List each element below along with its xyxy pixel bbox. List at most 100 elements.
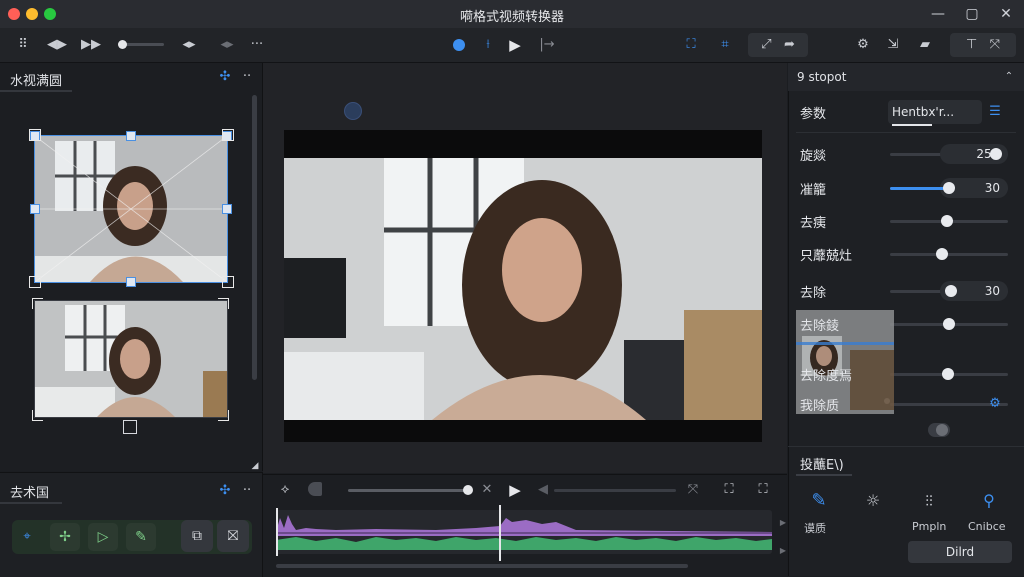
- thumbnail-image-2: [35, 301, 227, 417]
- property-label: 去痍: [800, 216, 827, 231]
- split-icon[interactable]: ⟊: [477, 34, 499, 56]
- property-slider-knob[interactable]: [936, 248, 948, 260]
- expand-icon[interactable]: ⤢ ➦: [748, 33, 808, 57]
- property-slider-track[interactable]: [890, 253, 1008, 256]
- export-icon[interactable]: ⇲: [882, 34, 904, 56]
- close-icon[interactable]: ✕: [996, 4, 1016, 24]
- right-divider-1: [796, 132, 1016, 133]
- pin-tool-button[interactable]: ✢: [50, 523, 80, 551]
- magic-select-icon[interactable]: ✣: [214, 66, 236, 88]
- bottom-magic-icon[interactable]: ✣: [214, 480, 236, 502]
- param-field-underline: [892, 124, 932, 126]
- cut-icon[interactable]: ✕: [476, 479, 498, 501]
- outer-corner-tl[interactable]: [29, 129, 41, 141]
- crop-frame-icon[interactable]: ⛶: [680, 34, 702, 56]
- sun-icon[interactable]: ☼: [862, 490, 884, 512]
- property-gear-icon[interactable]: ⚙: [984, 393, 1006, 415]
- param-list-icon[interactable]: ☰: [984, 101, 1006, 123]
- collapse-icon[interactable]: ⌃: [998, 66, 1020, 88]
- crop-handle-bm[interactable]: [126, 277, 136, 287]
- align-icon[interactable]: ⊤ ⤧: [950, 33, 1016, 57]
- playhead[interactable]: [499, 505, 501, 561]
- zoom-out-icon[interactable]: ⤧: [682, 479, 704, 501]
- rewind-icon[interactable]: ◀: [532, 479, 554, 501]
- property-slider-knob[interactable]: [945, 285, 957, 297]
- property-label: 我除质: [800, 399, 840, 414]
- mute-icon[interactable]: ◂▸: [216, 34, 238, 56]
- thumbnail-image: [35, 136, 227, 282]
- bookmark-icon[interactable]: [308, 482, 322, 496]
- record-dot-icon[interactable]: [453, 39, 465, 51]
- fast-forward-icon[interactable]: ▶▶: [80, 34, 102, 56]
- prev-frame-icon[interactable]: ◀▶: [46, 34, 68, 56]
- section-title: 投蘸E\): [800, 458, 844, 473]
- thumb2-corner-bl: [32, 410, 43, 421]
- track-start-marker[interactable]: [276, 508, 278, 556]
- crop-handle-mr[interactable]: [222, 204, 232, 214]
- shape-tool-button[interactable]: ▷: [88, 523, 118, 551]
- thumbnail-selected[interactable]: [34, 135, 228, 283]
- volume-slider[interactable]: [118, 40, 164, 49]
- thumb2-corner-tr: [218, 298, 229, 309]
- play-icon[interactable]: ▶: [504, 34, 526, 56]
- property-slider-knob[interactable]: [942, 368, 954, 380]
- timeline-play-icon[interactable]: ▶: [504, 479, 526, 501]
- section-title-underline: [796, 474, 852, 476]
- marker-icon[interactable]: ⟡: [274, 479, 296, 501]
- minimize-icon[interactable]: —: [928, 4, 948, 24]
- thumb2-anchor-handle[interactable]: [123, 420, 137, 434]
- property-label: 只蘼兢灶: [800, 249, 853, 264]
- crop-handle-tm[interactable]: [126, 131, 136, 141]
- video-frame-image: [284, 130, 762, 442]
- property-label: 去除: [800, 286, 827, 301]
- right-panel-title: 9 stopot: [797, 70, 847, 84]
- apply-button[interactable]: Dilrd: [908, 541, 1012, 563]
- left-panel-scrollbar[interactable]: [252, 95, 257, 380]
- timeline-scrubber[interactable]: [348, 485, 473, 495]
- more-icon[interactable]: ···: [246, 34, 268, 56]
- property-slider-fill: [890, 187, 949, 190]
- pen-icon[interactable]: ✎: [808, 490, 830, 512]
- pin-icon[interactable]: ⚲: [978, 490, 1000, 512]
- property-label: 凗籠: [800, 183, 827, 198]
- target-tool-icon[interactable]: ⌖: [16, 526, 38, 548]
- tool-label-4: Cnibce: [968, 520, 1006, 533]
- fullscreen-icon[interactable]: ⛶: [752, 479, 774, 501]
- outer-corner-br[interactable]: [222, 276, 234, 288]
- tool-label-3: Pmpln: [912, 520, 947, 533]
- canvas-marker-icon[interactable]: [344, 102, 362, 120]
- chart-icon[interactable]: ⫶⫶: [918, 490, 940, 512]
- left-panel-title: 水视满圆: [10, 74, 63, 89]
- crop-handle-ml[interactable]: [30, 204, 40, 214]
- param-label: 参数: [800, 107, 827, 122]
- step-forward-icon[interactable]: |→: [536, 34, 558, 56]
- param-field[interactable]: Hentbx'r...: [888, 100, 982, 124]
- settings-gear-icon[interactable]: ⚙: [852, 34, 874, 56]
- property-slider-knob[interactable]: [943, 182, 955, 194]
- outer-corner-bl[interactable]: [29, 276, 41, 288]
- small-toggle[interactable]: [928, 423, 950, 437]
- property-label: 去除錂: [800, 319, 840, 334]
- property-slider-knob[interactable]: [990, 148, 1002, 160]
- tool-label-1: 谟质: [804, 522, 826, 535]
- snapshot-icon[interactable]: ⛶: [718, 479, 740, 501]
- property-label: 旋燚: [800, 149, 827, 164]
- outer-corner-tr[interactable]: [222, 129, 234, 141]
- property-slider-knob[interactable]: [943, 318, 955, 330]
- audio-track[interactable]: [276, 510, 772, 554]
- restore-icon[interactable]: ▢: [962, 4, 982, 24]
- brush-tool-button[interactable]: ✎: [126, 523, 156, 551]
- layers-tool-button[interactable]: ⧉: [181, 520, 213, 552]
- thumbnail-second[interactable]: [34, 300, 228, 418]
- folder-icon[interactable]: ▰: [914, 34, 936, 56]
- crop-icon[interactable]: ⌗: [714, 34, 736, 56]
- timeline-hscroll[interactable]: [276, 564, 688, 568]
- video-preview[interactable]: [284, 130, 762, 442]
- bottom-more-icon[interactable]: ··: [236, 480, 258, 502]
- speaker-icon[interactable]: ◂▸: [178, 34, 200, 56]
- image-tool-button[interactable]: ⛝: [217, 520, 249, 552]
- grid-menu-icon[interactable]: ⠿: [12, 34, 34, 56]
- property-slider-knob[interactable]: [941, 215, 953, 227]
- left-panel-more-icon[interactable]: ··: [236, 66, 258, 88]
- zoom-slider[interactable]: [554, 489, 676, 492]
